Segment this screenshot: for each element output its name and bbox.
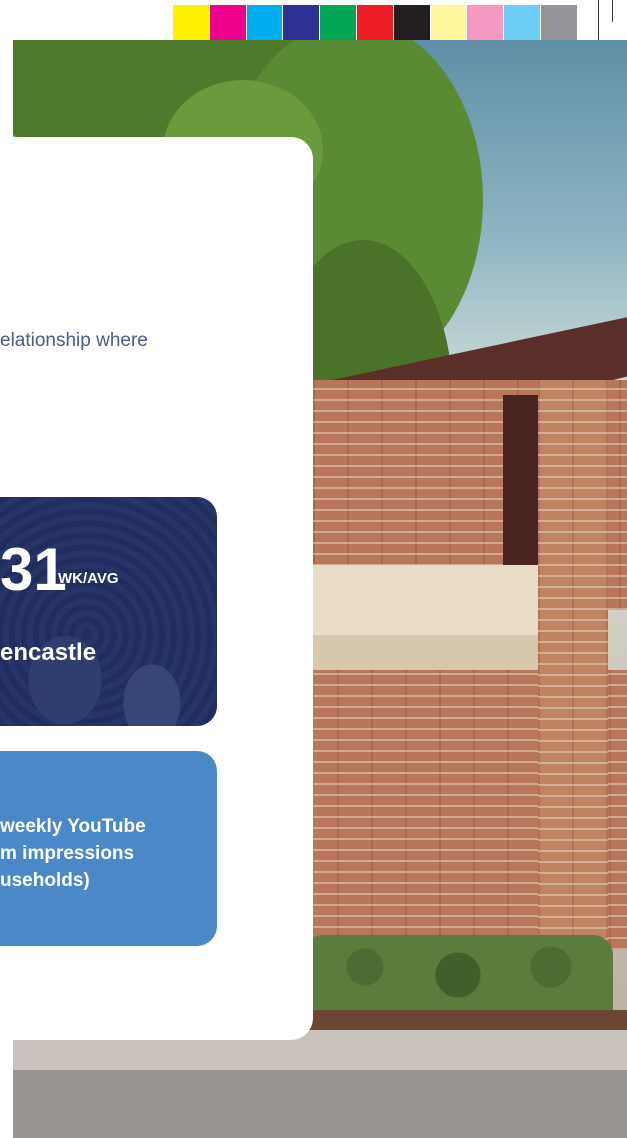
color-swatch: [209, 5, 247, 41]
color-swatch: [540, 5, 578, 41]
youtube-stat-line-2: m impressions: [0, 843, 135, 864]
color-swatch: [246, 5, 284, 41]
crop-mark: [612, 0, 613, 22]
youtube-stat-line-1: weekly YouTube: [0, 816, 146, 837]
color-swatch: [320, 5, 357, 41]
color-swatch: [393, 5, 431, 41]
attendance-number: 31: [0, 536, 67, 603]
attendance-unit: WK/AVG: [58, 570, 119, 587]
attendance-stat-box: [0, 497, 217, 726]
youtube-stat-text: weekly YouTube m impressions useholds): [0, 813, 146, 894]
crop-mark: [598, 0, 599, 40]
intro-text: elationship where: [0, 330, 148, 351]
location-name: encastle: [0, 639, 97, 666]
color-swatch: [283, 5, 321, 41]
print-color-bar: [173, 5, 578, 41]
color-swatch: [504, 5, 541, 41]
youtube-stat-line-3: useholds): [0, 870, 90, 891]
color-swatch: [430, 5, 468, 41]
crowd-photo-overlay: [0, 497, 217, 726]
color-swatch: [356, 5, 394, 41]
color-swatch: [173, 5, 210, 41]
color-swatch: [467, 5, 505, 41]
